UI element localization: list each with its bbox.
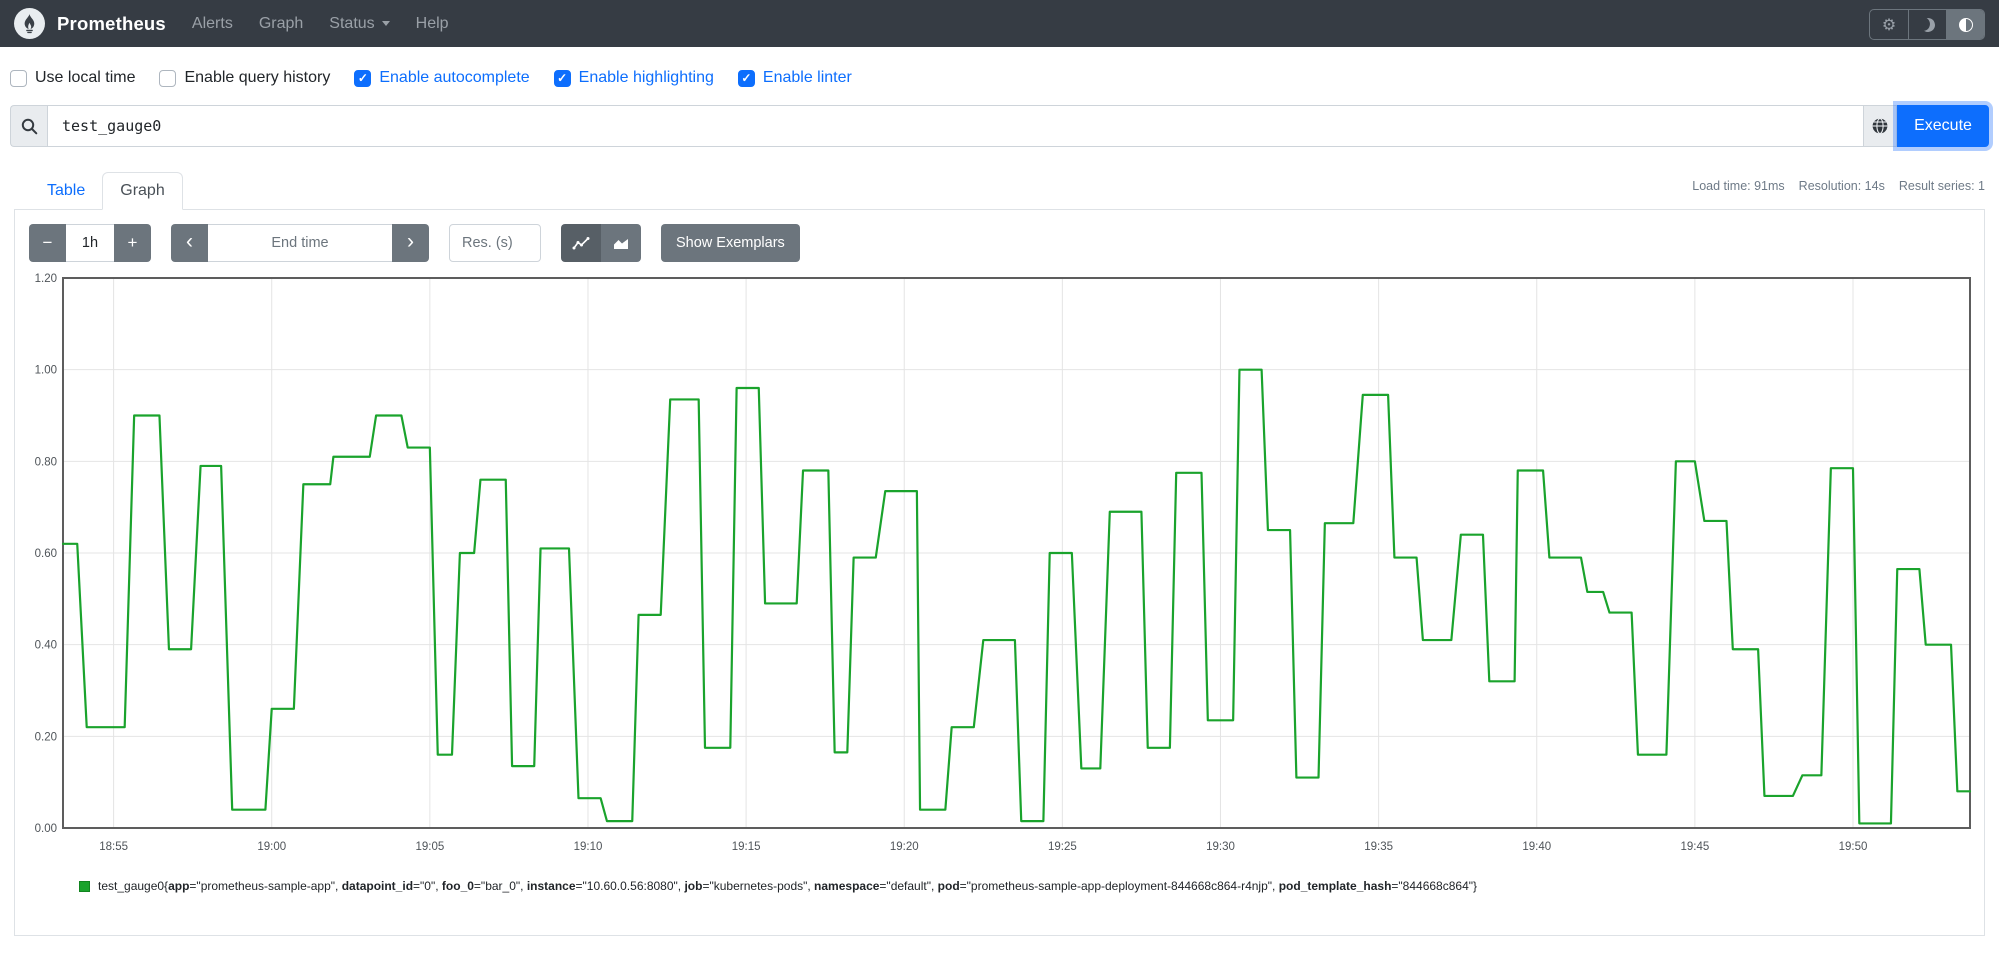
prometheus-logo-icon xyxy=(14,8,45,39)
time-series-chart[interactable]: 0.00 0.20 0.40 0.60 0.80 1.00 1.20 18:55 19:00 19… xyxy=(29,272,1986,868)
svg-text:1.00: 1.00 xyxy=(35,365,57,377)
chevron-down-icon xyxy=(381,21,390,26)
stacked-chart-icon[interactable] xyxy=(601,224,641,262)
range-control-group: − + xyxy=(29,224,151,262)
graph-controls: − + ‹ › Show Exemplars xyxy=(29,224,1970,262)
svg-text:19:10: 19:10 xyxy=(574,841,603,853)
metrics-explorer-globe-icon[interactable] xyxy=(1864,105,1897,147)
svg-text:19:50: 19:50 xyxy=(1839,841,1868,853)
graph-panel: − + ‹ › Show Exemplars xyxy=(14,210,1985,936)
svg-text:19:20: 19:20 xyxy=(890,841,919,853)
series-label-text: test_gauge0{app="prometheus-sample-app",… xyxy=(98,879,1478,893)
option-label: Enable highlighting xyxy=(578,69,714,86)
search-icon xyxy=(10,105,47,147)
checkbox-checked-icon[interactable]: ✓ xyxy=(553,69,571,87)
auto-theme-contrast-icon[interactable] xyxy=(1946,10,1984,39)
svg-text:19:15: 19:15 xyxy=(732,841,761,853)
query-stats: Load time: 91ms Resolution: 14s Result s… xyxy=(1692,179,1985,209)
svg-text:0.40: 0.40 xyxy=(35,640,57,652)
series-color-swatch xyxy=(79,880,90,892)
option-label: Enable linter xyxy=(762,69,852,86)
navbar-menu: Alerts Graph Status Help xyxy=(192,15,449,33)
nav-item-graph[interactable]: Graph xyxy=(259,15,303,33)
svg-text:19:35: 19:35 xyxy=(1364,841,1393,853)
checkbox-unchecked-icon[interactable] xyxy=(10,69,27,87)
settings-gear-icon[interactable]: ⚙ xyxy=(1870,10,1908,39)
range-input[interactable] xyxy=(66,224,114,262)
svg-text:19:30: 19:30 xyxy=(1206,841,1235,853)
checkbox-checked-icon[interactable]: ✓ xyxy=(354,69,372,87)
chart-area: 0.00 0.20 0.40 0.60 0.80 1.00 1.20 18:55 19:00 19… xyxy=(29,272,1972,873)
nav-item-status[interactable]: Status xyxy=(329,15,390,33)
range-decrease-button[interactable]: − xyxy=(29,224,66,262)
svg-text:1.20: 1.20 xyxy=(35,273,57,285)
range-increase-button[interactable]: + xyxy=(114,224,151,262)
option-enable-query-history[interactable]: Enable query history xyxy=(159,69,330,87)
endtime-control-group: ‹ › xyxy=(171,224,429,262)
option-enable-highlighting[interactable]: ✓ Enable highlighting xyxy=(553,69,714,87)
stat-result-series: Result series: 1 xyxy=(1898,179,1985,193)
tab-table[interactable]: Table xyxy=(30,173,102,209)
nav-item-help[interactable]: Help xyxy=(416,15,449,33)
svg-text:18:55: 18:55 xyxy=(99,841,128,853)
theme-toggle-group: ⚙ xyxy=(1869,9,1985,40)
query-options-row: Use local time Enable query history ✓ Enabl… xyxy=(0,47,1999,93)
option-enable-linter[interactable]: ✓ Enable linter xyxy=(737,69,852,87)
show-exemplars-button[interactable]: Show Exemplars xyxy=(661,224,800,262)
svg-text:0.60: 0.60 xyxy=(35,548,57,560)
nav-item-alerts[interactable]: Alerts xyxy=(192,15,233,33)
resolution-input[interactable] xyxy=(449,224,541,262)
query-expression-input[interactable] xyxy=(47,105,1864,147)
svg-text:0.20: 0.20 xyxy=(35,731,57,743)
line-chart-icon[interactable] xyxy=(561,224,601,262)
svg-text:19:00: 19:00 xyxy=(257,841,286,853)
result-tabbar: Table Graph Load time: 91ms Resolution: … xyxy=(14,167,1985,210)
app-title: Prometheus xyxy=(57,12,166,34)
svg-text:19:25: 19:25 xyxy=(1048,841,1077,853)
svg-text:0.00: 0.00 xyxy=(35,823,57,835)
svg-text:19:45: 19:45 xyxy=(1680,841,1709,853)
time-forward-button[interactable]: › xyxy=(392,224,429,262)
option-label: Use local time xyxy=(35,69,136,86)
option-label: Enable query history xyxy=(184,69,331,86)
series-legend[interactable]: test_gauge0{app="prometheus-sample-app",… xyxy=(29,879,1970,893)
checkbox-checked-icon[interactable]: ✓ xyxy=(737,69,755,87)
time-back-button[interactable]: ‹ xyxy=(171,224,208,262)
svg-text:19:40: 19:40 xyxy=(1522,841,1551,853)
top-navbar: Prometheus Alerts Graph Status Help ⚙ xyxy=(0,0,1999,47)
svg-text:0.80: 0.80 xyxy=(35,456,57,468)
option-enable-autocomplete[interactable]: ✓ Enable autocomplete xyxy=(354,69,530,87)
stat-resolution: Resolution: 14s xyxy=(1798,179,1885,193)
tab-graph[interactable]: Graph xyxy=(102,172,183,210)
svg-text:19:05: 19:05 xyxy=(415,841,444,853)
option-label: Enable autocomplete xyxy=(379,69,530,86)
option-use-local-time[interactable]: Use local time xyxy=(10,69,135,87)
checkbox-unchecked-icon[interactable] xyxy=(159,69,177,87)
query-input-group: Execute xyxy=(10,105,1989,147)
chart-type-toggle xyxy=(561,224,641,262)
end-time-input[interactable] xyxy=(208,224,392,262)
stat-load-time: Load time: 91ms xyxy=(1692,179,1785,193)
dark-theme-moon-icon[interactable] xyxy=(1908,10,1946,39)
execute-button[interactable]: Execute xyxy=(1897,105,1989,147)
